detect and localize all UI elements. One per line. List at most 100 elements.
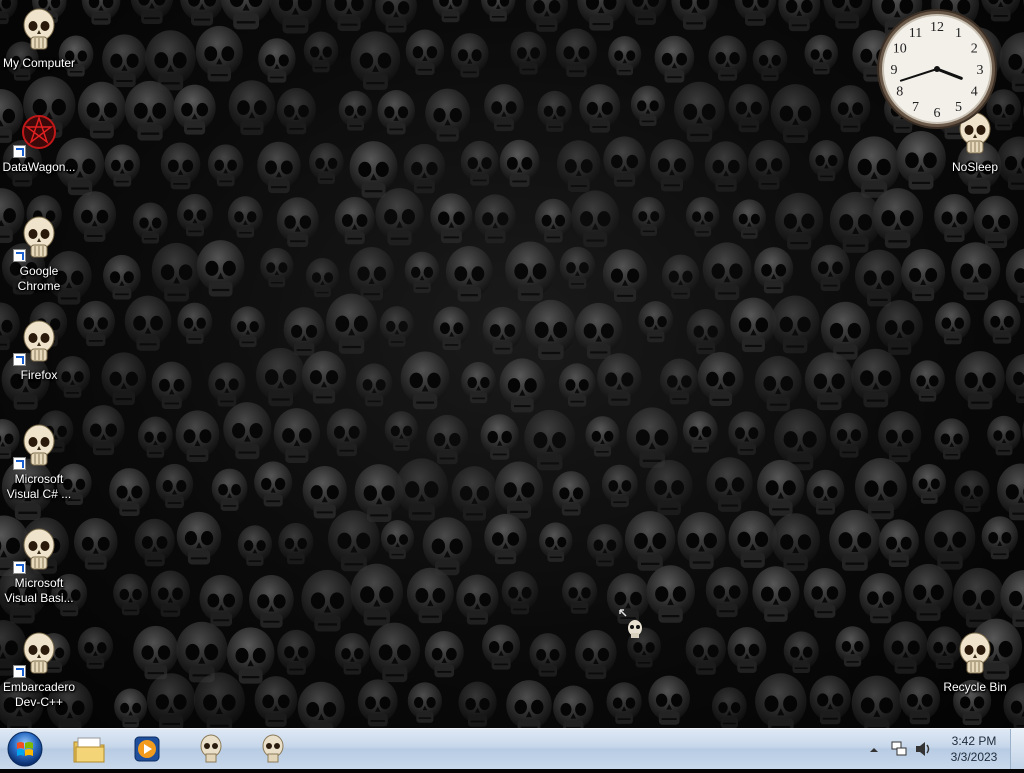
wallpaper-skull bbox=[883, 621, 928, 674]
volume-icon[interactable] bbox=[914, 740, 932, 758]
taskbar-media-player-button[interactable] bbox=[120, 731, 174, 767]
wallpaper-skull bbox=[899, 676, 940, 725]
wallpaper-skull bbox=[878, 410, 922, 463]
wallpaper-skull bbox=[334, 196, 375, 245]
desktop-icon-label: Microsoft Visual Basi... bbox=[4, 576, 74, 605]
wallpaper-skull bbox=[804, 352, 854, 411]
show-hidden-icons-arrow[interactable] bbox=[868, 743, 880, 755]
wallpaper-skull bbox=[357, 679, 398, 727]
wallpaper-skull bbox=[325, 0, 373, 31]
wallpaper-skull bbox=[752, 566, 800, 622]
wallpaper-skull bbox=[525, 299, 577, 360]
mouse-cursor bbox=[618, 608, 646, 642]
wallpaper-skull bbox=[193, 672, 245, 728]
wallpaper-skull bbox=[524, 409, 576, 471]
wallpaper-skull bbox=[377, 90, 416, 135]
wallpaper-skull bbox=[850, 348, 901, 408]
wallpaper-skull bbox=[134, 518, 175, 567]
wallpaper-skull bbox=[379, 306, 415, 347]
desktop-icon-label: Embarcadero Dev-C++ bbox=[2, 680, 76, 709]
wallpaper-skull bbox=[755, 673, 807, 728]
wallpaper-skull bbox=[155, 463, 194, 509]
wallpaper-skull bbox=[1005, 248, 1024, 304]
wallpaper-skull bbox=[474, 194, 516, 244]
wallpaper-skull bbox=[482, 306, 523, 355]
clock-numeral: 4 bbox=[971, 85, 978, 100]
desktop-icon-firefox[interactable]: Firefox bbox=[1, 320, 77, 383]
wallpaper-skull bbox=[1005, 353, 1024, 404]
taskbar-explorer-button[interactable] bbox=[62, 731, 116, 767]
wallpaper-skull bbox=[806, 469, 845, 515]
wallpaper-skull bbox=[552, 471, 591, 516]
wallpaper-skull bbox=[424, 630, 464, 678]
wallpaper-skull bbox=[404, 251, 440, 293]
wallpaper-skull bbox=[223, 402, 272, 460]
network-icon[interactable] bbox=[890, 740, 908, 758]
wallpaper-skull bbox=[954, 470, 990, 512]
wallpaper-skull bbox=[350, 31, 401, 90]
wallpaper-skull bbox=[728, 510, 777, 568]
wallpaper-skull bbox=[254, 461, 293, 507]
desktop-icon-datawagon[interactable]: DataWagon... bbox=[1, 112, 77, 175]
show-desktop-button[interactable] bbox=[1010, 729, 1024, 769]
wallpaper-skull bbox=[432, 0, 469, 23]
wallpaper-skull bbox=[648, 675, 690, 725]
wallpaper-skull bbox=[934, 302, 971, 345]
wallpaper-skull bbox=[559, 246, 596, 289]
wallpaper-skull bbox=[537, 90, 573, 132]
wallpaper-skull bbox=[403, 143, 446, 194]
wallpaper-skull bbox=[997, 463, 1024, 521]
wallpaper-skull bbox=[375, 0, 417, 33]
desktop-icon-image bbox=[13, 320, 59, 366]
desktop-icon-image bbox=[19, 8, 59, 52]
desktop-icon-microsoft-visual-basi[interactable]: Microsoft Visual Basi... bbox=[1, 528, 77, 606]
start-button[interactable] bbox=[6, 730, 44, 768]
wallpaper-skull bbox=[638, 301, 674, 343]
wallpaper-skull bbox=[754, 355, 802, 412]
wallpaper-skull bbox=[102, 34, 147, 88]
wallpaper-skull bbox=[702, 242, 752, 301]
wallpaper-skull bbox=[727, 626, 767, 673]
wallpaper-skull bbox=[734, 0, 777, 26]
wallpaper-skull bbox=[981, 516, 1018, 560]
desktop-icon-embarcadero-dev-c[interactable]: Embarcadero Dev-C++ bbox=[1, 632, 77, 710]
wallpaper-skull bbox=[114, 688, 148, 728]
clock-numeral: 2 bbox=[971, 42, 978, 57]
wallpaper-skull bbox=[934, 418, 970, 460]
clock-gadget[interactable]: 12 1 2 3 4 5 6 7 8 9 10 11 bbox=[876, 8, 998, 130]
desktop-icon-my-computer[interactable]: My Computer bbox=[1, 8, 77, 71]
wallpaper-skull bbox=[553, 685, 594, 728]
clock-numeral: 5 bbox=[955, 100, 962, 115]
wallpaper-skull bbox=[456, 574, 499, 625]
wallpaper-skull bbox=[176, 511, 222, 565]
windows-logo-icon bbox=[7, 731, 43, 767]
wallpaper-skull bbox=[510, 31, 547, 75]
wallpaper-skull bbox=[983, 299, 1021, 344]
desktop-icon-image bbox=[955, 632, 995, 676]
clock-numeral: 3 bbox=[977, 63, 984, 78]
wallpaper-skull bbox=[682, 411, 718, 453]
wallpaper-skull bbox=[433, 306, 471, 350]
taskbar-skull-app-button[interactable] bbox=[184, 731, 238, 767]
clock-numeral: 12 bbox=[930, 20, 944, 35]
wallpaper-skull bbox=[226, 627, 275, 684]
wallpaper-skull bbox=[254, 676, 298, 727]
wallpaper-skull bbox=[180, 0, 224, 26]
taskbar-skull-app-button-2[interactable] bbox=[246, 731, 300, 767]
wallpaper-skull bbox=[561, 572, 598, 614]
wallpaper-skull bbox=[211, 468, 248, 511]
desktop-icon-google-chrome[interactable]: Google Chrome bbox=[1, 216, 77, 294]
wallpaper-skull bbox=[630, 85, 666, 127]
wallpaper-skull bbox=[830, 412, 868, 458]
wallpaper-skull bbox=[101, 352, 147, 406]
taskbar-clock[interactable]: 3:42 PM 3/3/2023 bbox=[944, 733, 1004, 765]
wallpaper-skull bbox=[257, 141, 301, 194]
wallpaper-skull bbox=[326, 293, 378, 354]
desktop-icon-recycle-bin[interactable]: Recycle Bin bbox=[937, 632, 1013, 695]
desktop-icon-microsoft-visual-c[interactable]: Microsoft Visual C# ... bbox=[1, 424, 77, 502]
wallpaper-skull bbox=[608, 36, 642, 76]
desktop-icon-label: Firefox bbox=[20, 368, 58, 382]
wallpaper-skull bbox=[227, 196, 263, 238]
desktop-wallpaper[interactable] bbox=[0, 0, 1024, 728]
wallpaper-skull bbox=[728, 411, 766, 455]
